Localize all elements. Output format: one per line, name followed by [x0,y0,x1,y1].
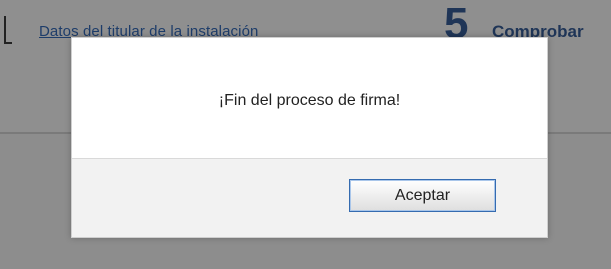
step-bracket-icon [4,16,12,44]
dialog-message: ¡Fin del proceso de firma! [218,92,401,109]
accept-button[interactable]: Aceptar [349,179,496,212]
dialog-body: ¡Fin del proceso de firma! [72,38,547,159]
confirmation-dialog: ¡Fin del proceso de firma! Aceptar [71,37,548,238]
